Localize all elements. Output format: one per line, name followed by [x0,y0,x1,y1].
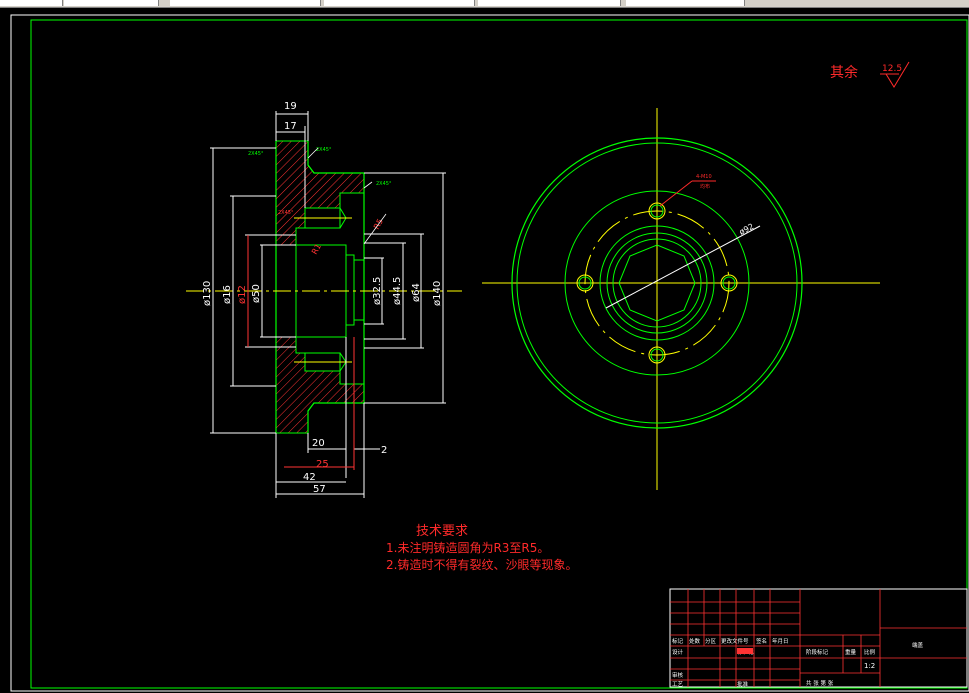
chamfer-label: 2X45° [376,181,392,187]
chamfer-label: 2X45° [278,210,294,216]
hole-callout-even: 均布 [700,183,710,190]
title-block: 标记 处数 分区 更改文件号 签名 年月日 设计 标准化 审核 工艺 批准 阶段… [669,588,968,688]
tb-header-zone: 分区 [705,637,717,645]
tb-check: 审核 [672,671,684,679]
tb-header-file: 更改文件号 [721,637,749,645]
chamfer-label: 2X45° [248,151,264,157]
tb-process: 工艺 [672,681,684,688]
dim-57: 57 [313,484,326,495]
outer-frame [10,14,969,692]
dim-d16: ø16 [222,285,233,304]
dim-d50: ø50 [251,284,262,303]
surface-roughness-note: 其余 12.5 [830,61,910,88]
technical-requirements: 技术要求 1.未注明铸造圆角为R3至R5。 2.铸造时不得有裂纹、沙眼等现象。 [386,524,577,572]
section-hatch-upper [275,140,365,246]
dim-d44-5: ø44.5 [392,277,403,305]
toolbar-field[interactable] [170,0,321,6]
tb-design-stamp [737,648,753,654]
dim-d130: ø130 [202,281,213,306]
surface-note-label: 其余 [830,64,858,81]
tech-req-title: 技术要求 [416,524,468,539]
tb-header-date: 年月日 [772,637,789,645]
dim-d92: ø92 [738,222,756,237]
toolbar-dropdown[interactable] [64,0,159,6]
toolbar-field[interactable] [626,0,745,6]
tb-weight: 重量 [845,648,857,656]
tb-stage: 阶段标记 [806,648,829,656]
chamfer-label: 2X45° [316,147,332,153]
surface-note-value: 12.5 [882,64,902,74]
toolbar-field[interactable] [478,0,621,6]
tb-header-sign: 签名 [756,637,767,645]
dim-d32-5: ø32.5 [372,277,383,305]
dim-d12: ø12 [237,285,248,304]
toolbar-field[interactable] [0,0,63,6]
dim-20: 20 [312,438,325,449]
dim-19: 19 [284,101,297,112]
dim-d64: ø64 [411,283,422,302]
tb-header-mark: 标记 [672,637,684,645]
dim-25: 25 [316,459,329,470]
tb-approve: 批准 [737,680,749,688]
toolbar-field[interactable] [324,0,475,6]
dim-d140: ø140 [432,281,443,306]
front-section-view: 19 17 20 2 42 57 ø130 ø16 ø50 ø32.5 ø44.… [186,101,462,498]
tech-req-item: 2.铸造时不得有裂纹、沙眼等现象。 [386,557,577,572]
dim-42: 42 [303,472,316,483]
dim-2: 2 [381,445,387,456]
dim-17: 17 [284,121,297,132]
toolbar-strip [0,0,969,8]
tb-header-count: 处数 [689,637,701,645]
tb-scale-label: 比例 [864,648,876,656]
side-view: 4-M10 均布 ø92 [482,108,880,490]
tech-req-item: 1.未注明铸造圆角为R3至R5。 [386,540,549,555]
cad-window: 其余 12.5 19 17 20 2 42 57 ø130 ø16 ø50 ø3… [0,0,969,693]
radius-label-r1: R1 [310,242,323,256]
drawing-canvas[interactable]: 其余 12.5 19 17 20 2 42 57 ø130 ø16 ø50 ø3… [0,8,969,693]
section-hatch-lower [275,336,365,434]
tb-design: 设计 [672,648,684,656]
drawing-border [30,19,968,689]
tb-sheets: 共 张 第 张 [806,679,834,687]
tb-scale: 1:2 [864,662,875,670]
hole-callout: 4-M10 [696,174,712,180]
tb-part-name: 端盖 [912,641,924,649]
